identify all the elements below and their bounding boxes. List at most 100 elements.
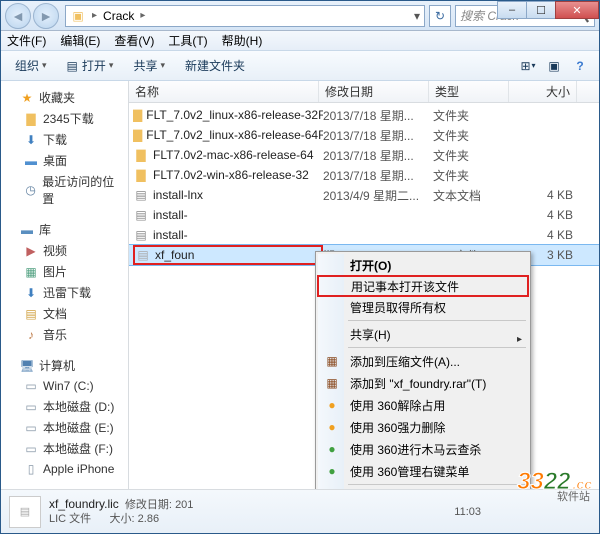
file-name: xf_foun bbox=[155, 248, 194, 262]
open-button[interactable]: ▤打开 bbox=[61, 55, 120, 76]
sidebar-item-xunlei[interactable]: ⬇迅雷下载 bbox=[1, 282, 128, 303]
file-row[interactable]: ▇FLT_7.0v2_linux-x86-release-32RH2013/7/… bbox=[129, 105, 599, 125]
context-menu-item[interactable]: ● 使用 360进行木马云查杀 bbox=[318, 438, 528, 460]
dropdown-arrow-icon[interactable]: ▾ bbox=[414, 9, 420, 23]
menu-item-label: 添加到压缩文件(A)... bbox=[350, 353, 460, 370]
file-row[interactable]: ▇FLT7.0v2-win-x86-release-322013/7/18 星期… bbox=[129, 165, 599, 185]
sidebar-item-pictures[interactable]: ▦图片 bbox=[1, 261, 128, 282]
maximize-button[interactable]: ☐ bbox=[526, 1, 556, 19]
context-menu-item[interactable]: 打开(O) bbox=[318, 254, 528, 276]
context-menu-item[interactable]: 管理员取得所有权 bbox=[318, 296, 528, 318]
context-menu-item[interactable]: 用记事本打开该文件 bbox=[317, 275, 529, 297]
status-bar: ▤ xf_foundry.lic 修改日期: 201 LIC 文件 大小: 2.… bbox=[1, 489, 599, 533]
sidebar-item-documents[interactable]: ▤文档 bbox=[1, 303, 128, 324]
menu-item-label: 管理员取得所有权 bbox=[350, 299, 446, 316]
sidebar-item-recent[interactable]: ◷最近访问的位置 bbox=[1, 171, 128, 209]
menu-tools[interactable]: 工具(T) bbox=[168, 32, 207, 49]
path-arrow-icon: ▸ bbox=[90, 10, 99, 21]
context-menu-item[interactable]: ●使用 360管理右键菜单 bbox=[318, 460, 528, 482]
nav-back-button[interactable]: ◄ bbox=[5, 3, 31, 29]
sidebar-item-drive-e[interactable]: ▭本地磁盘 (E:) bbox=[1, 417, 128, 438]
file-date: 2013/4/9 星期二... bbox=[323, 187, 433, 204]
file-row[interactable]: ▤install-lnx2013/4/9 星期二...文本文档4 KB bbox=[129, 185, 599, 205]
file-name: FLT_7.0v2_linux-x86-release-64RH bbox=[146, 128, 323, 142]
context-menu-item[interactable]: ▦添加到 "xf_foundry.rar"(T) bbox=[318, 372, 528, 394]
download-icon: ⬇ bbox=[23, 285, 39, 301]
file-row[interactable]: ▤install-4 KB bbox=[129, 225, 599, 245]
sidebar-favorites-header[interactable]: ▷★收藏夹 bbox=[1, 87, 128, 108]
file-type: 文本文档 bbox=[433, 187, 513, 204]
context-menu-item[interactable]: ▦ 添加到压缩文件(A)... bbox=[318, 350, 528, 372]
organize-button[interactable]: 组织 bbox=[9, 55, 53, 76]
file-type: 文件夹 bbox=[433, 127, 513, 144]
close-button[interactable]: ✕ bbox=[555, 1, 599, 19]
column-type[interactable]: 类型 bbox=[429, 81, 509, 102]
column-date[interactable]: 修改日期 bbox=[319, 81, 429, 102]
menu-file[interactable]: 文件(F) bbox=[7, 32, 46, 49]
status-time: 11:03 bbox=[454, 506, 481, 518]
sidebar-computer-header[interactable]: ▷🖥计算机 bbox=[1, 355, 128, 376]
column-size[interactable]: 大小 bbox=[509, 81, 577, 102]
file-date: 2013/7/18 星期... bbox=[323, 167, 433, 184]
360o-icon: ● bbox=[324, 397, 340, 413]
file-row[interactable]: ▇FLT_7.0v2_linux-x86-release-64RH2013/7/… bbox=[129, 125, 599, 145]
context-menu-item[interactable]: ▦压缩到... bbox=[318, 487, 528, 489]
path-arrow-icon: ▸ bbox=[138, 10, 147, 21]
preview-pane-button[interactable]: ▣ bbox=[543, 56, 565, 76]
minimize-button[interactable]: – bbox=[497, 1, 527, 19]
sidebar-item-desktop[interactable]: ▬桌面 bbox=[1, 150, 128, 171]
menu-item-label: 打开(O) bbox=[350, 257, 391, 274]
drive-icon: ▭ bbox=[23, 378, 39, 394]
menu-view[interactable]: 查看(V) bbox=[114, 32, 154, 49]
sidebar-item-drive-c[interactable]: ▭Win7 (C:) bbox=[1, 376, 128, 396]
file-row[interactable]: ▇FLT7.0v2-mac-x86-release-642013/7/18 星期… bbox=[129, 145, 599, 165]
menu-help[interactable]: 帮助(H) bbox=[222, 32, 263, 49]
sidebar-item-drive-d[interactable]: ▭本地磁盘 (D:) bbox=[1, 396, 128, 417]
file-date: 2013/7/18 星期... bbox=[323, 147, 433, 164]
address-bar[interactable]: ▣ ▸ Crack ▸ ▾ bbox=[65, 5, 425, 27]
column-name[interactable]: 名称 bbox=[129, 81, 319, 102]
new-folder-button[interactable]: 新建文件夹 bbox=[179, 55, 251, 76]
file-name: FLT7.0v2-win-x86-release-32 bbox=[153, 168, 309, 182]
menu-edit[interactable]: 编辑(E) bbox=[60, 32, 100, 49]
picture-icon: ▦ bbox=[23, 264, 39, 280]
nav-forward-button[interactable]: ► bbox=[33, 3, 59, 29]
help-button[interactable]: ? bbox=[569, 56, 591, 76]
text-file-icon: ▤ bbox=[133, 187, 149, 203]
file-type: 文件夹 bbox=[433, 167, 513, 184]
folder-icon: ▇ bbox=[133, 107, 142, 123]
computer-icon: 🖥 bbox=[19, 358, 35, 374]
star-icon: ★ bbox=[19, 90, 35, 106]
menu-item-label: 使用 360解除占用 bbox=[350, 397, 445, 414]
context-menu-item[interactable]: ●使用 360强力删除 bbox=[318, 416, 528, 438]
text-file-icon: ▤ bbox=[133, 207, 149, 223]
menu-item-label: 用记事本打开该文件 bbox=[351, 278, 459, 295]
menu-item-label: 使用 360进行木马云查杀 bbox=[350, 441, 481, 458]
rar-icon: ▦ bbox=[324, 353, 340, 369]
breadcrumb-segment[interactable]: Crack bbox=[99, 9, 138, 23]
sidebar-item-2345[interactable]: ▇2345下载 bbox=[1, 108, 128, 129]
sidebar-item-videos[interactable]: ▶视频 bbox=[1, 240, 128, 261]
folder-icon: ▇ bbox=[133, 127, 142, 143]
file-type: 文件夹 bbox=[433, 107, 513, 124]
nav-sidebar: ▷★收藏夹 ▇2345下载 ⬇下载 ▬桌面 ◷最近访问的位置 ▷▬库 ▶视频 ▦… bbox=[1, 81, 129, 489]
sidebar-item-downloads[interactable]: ⬇下载 bbox=[1, 129, 128, 150]
context-menu-item[interactable]: ● 使用 360解除占用 bbox=[318, 394, 528, 416]
file-size: 4 KB bbox=[513, 208, 573, 222]
explorer-window: – ☐ ✕ ◄ ► ▣ ▸ Crack ▸ ▾ ↻ 搜索 Crack 🔍 文件(… bbox=[0, 0, 600, 534]
refresh-button[interactable]: ↻ bbox=[429, 5, 451, 27]
context-menu: 打开(O) 用记事本打开该文件管理员取得所有权共享(H) ▦ 添加到压缩文件(A)..… bbox=[315, 251, 531, 489]
share-button[interactable]: 共享 bbox=[127, 55, 171, 76]
file-row[interactable]: ▤install-4 KB bbox=[129, 205, 599, 225]
file-name: FLT_7.0v2_linux-x86-release-32RH bbox=[146, 108, 323, 122]
sidebar-libraries-header[interactable]: ▷▬库 bbox=[1, 219, 128, 240]
menubar: 文件(F) 编辑(E) 查看(V) 工具(T) 帮助(H) bbox=[1, 31, 599, 51]
drive-icon: ▭ bbox=[23, 420, 39, 436]
view-mode-button[interactable]: ⊞▾ bbox=[517, 56, 539, 76]
context-menu-item[interactable]: 共享(H) bbox=[318, 323, 528, 345]
360g-icon: ● bbox=[324, 441, 340, 457]
sidebar-item-iphone[interactable]: ▯Apple iPhone bbox=[1, 459, 128, 479]
sidebar-item-music[interactable]: ♪音乐 bbox=[1, 324, 128, 345]
sidebar-item-drive-f[interactable]: ▭本地磁盘 (F:) bbox=[1, 438, 128, 459]
device-icon: ▯ bbox=[23, 461, 39, 477]
